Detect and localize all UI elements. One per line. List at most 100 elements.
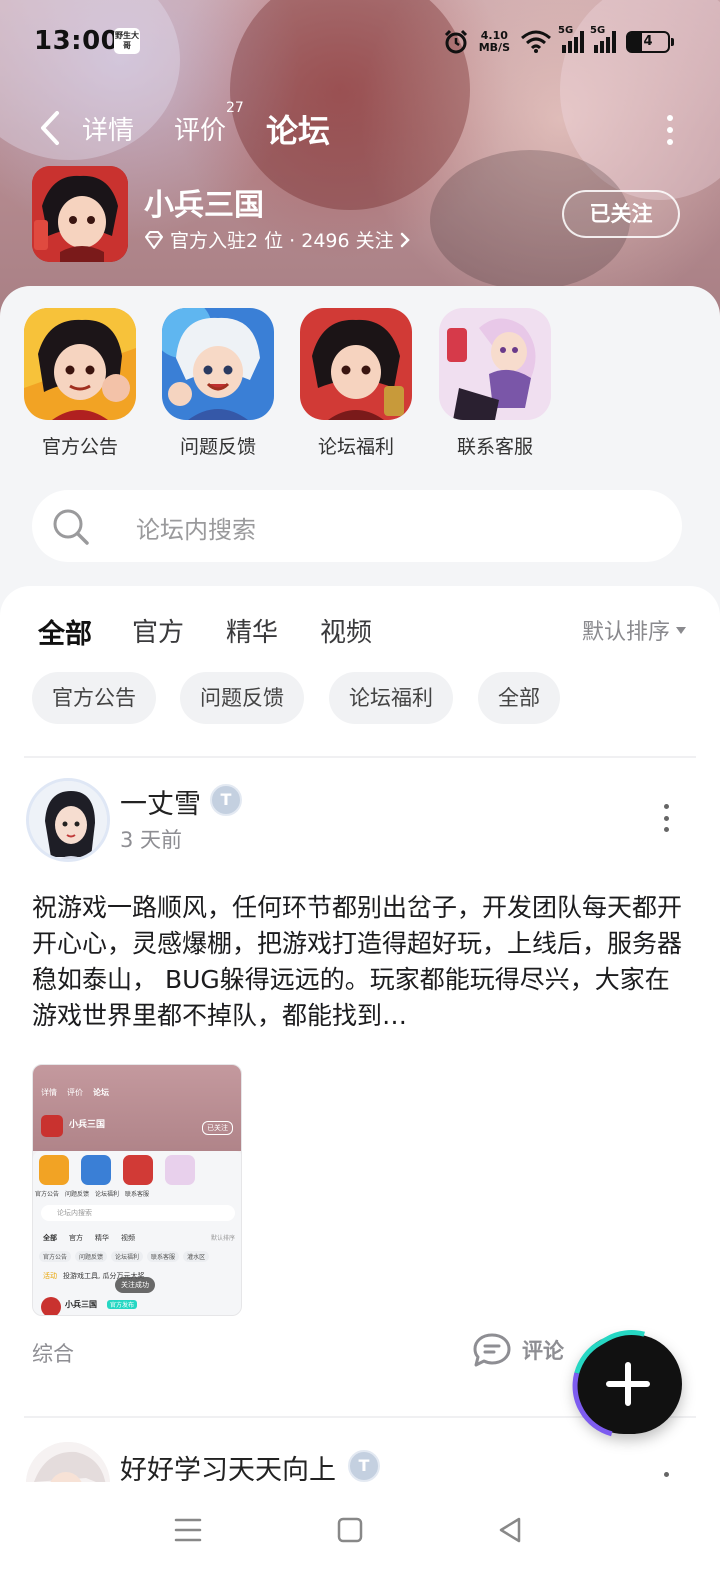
hero-red-game-logo-icon [300,308,412,420]
dot-icon [667,139,673,145]
post-category[interactable]: 综合 [32,1338,74,1368]
search-icon [53,509,89,545]
post-body[interactable]: 祝游戏一路顺风，任何环节都别出岔子，开发团队每天都开开心心，灵感爆棚，把游戏打造… [32,890,682,1034]
thumb-filter-4: 视频 [121,1234,135,1242]
dot-icon [667,127,673,133]
thumb-follow: 已关注 [202,1121,233,1135]
post-time: 3 天前 [120,828,183,852]
home-icon[interactable] [330,1510,370,1550]
thumb-activity-tag: 活动 [43,1272,57,1280]
top-nav: 详情 评价 论坛 [0,98,720,158]
system-nav-bar [0,1482,720,1584]
hero-red-fist-icon [24,308,136,420]
reviews-count-badge: 27 [226,100,244,116]
thumb-shortcut-3: 论坛福利 [95,1191,120,1198]
thumb-sort: 默认排序 [210,1235,235,1242]
shortcut-label: 论坛福利 [317,436,394,458]
thumb-chip-3: 论坛福利 [111,1251,144,1262]
filter-tab-all[interactable]: 全部 [38,612,92,653]
sort-dropdown[interactable]: 默认排序 [582,614,686,646]
thumb-tab-details: 详情 [41,1088,57,1097]
thumb-toast: 关注成功 [115,1277,155,1293]
tab-details[interactable]: 详情 [82,110,134,147]
cell-signal-1-tag: 5G [558,25,574,36]
thumb-shortcut-2: 问题反馈 [65,1191,90,1198]
shortcut-label: 联系客服 [456,436,533,458]
post-more-button[interactable] [662,804,670,832]
thumb-row-badge: 官方发布 [107,1300,138,1309]
tab-reviews[interactable]: 评价 [174,110,226,147]
caret-down-icon [676,626,686,634]
chevron-left-icon [41,111,59,145]
shortcut-official-notice[interactable]: 官方公告 [24,308,136,459]
dot-icon [663,1472,669,1477]
hero-purple-girl-icon [439,308,551,420]
user-level-badge-icon: T [348,1450,380,1482]
thumb-chip-2: 问题反馈 [75,1251,108,1262]
comment-icon [473,1333,511,1367]
thumb-shortcut-4: 联系客服 [125,1191,150,1198]
chip-official-notice[interactable]: 官方公告 [32,672,156,724]
shortcut-customer-service[interactable]: 联系客服 [439,308,551,459]
thumb-tab-reviews: 评价 [67,1088,83,1097]
status-icons: 4.10 MB/S 5G 5G 4 [443,24,674,60]
post-image-thumbnail[interactable]: 详情 评价 论坛 小兵三国 已关注 官方公告 问题反馈 论坛福利 联系客服 论坛… [32,1064,242,1316]
more-options-button[interactable] [660,112,680,148]
notification-app-icon: 野生大哥 [114,28,140,54]
network-speed: 4.10 MB/S [479,30,510,54]
wifi-icon [521,30,551,53]
shortcut-label: 官方公告 [41,436,118,458]
dot-icon [663,815,669,821]
thumb-chip-5: 灌水区 [183,1251,210,1262]
battery-icon: 4 [626,31,674,53]
comment-button[interactable]: 评论 [472,1332,564,1368]
status-bar: 13:00 野生大哥 4.10 MB/S 5G 5G 4 [0,18,720,66]
chip-all[interactable]: 全部 [478,672,560,724]
back-triangle-icon[interactable] [490,1510,530,1550]
divider [24,756,696,758]
back-button[interactable] [32,106,68,150]
chip-feedback[interactable]: 问题反馈 [180,672,304,724]
game-logo-art-icon [32,166,128,262]
avatar[interactable] [26,778,110,862]
follow-button[interactable]: 已关注 [562,190,680,238]
network-speed-unit: MB/S [478,41,510,54]
dot-icon [663,827,669,832]
tab-forum[interactable]: 论坛 [266,106,331,154]
battery-level: 4 [643,34,653,49]
filter-tab-featured[interactable]: 精华 [226,612,278,649]
dot-icon [663,804,669,809]
thumb-search: 论坛内搜索 [41,1205,235,1221]
game-meta[interactable]: 官方入驻2 位 · 2496 关注 [144,226,410,253]
cell-signal-2-icon: 5G [590,25,616,53]
thumb-shortcut-1: 官方公告 [35,1191,60,1198]
sort-label: 默认排序 [581,620,670,645]
chevron-right-icon [400,232,410,247]
plus-icon [606,1362,650,1406]
cell-signal-1-icon: 5G [558,25,584,53]
thumb-filter-3: 精华 [95,1234,109,1242]
search-placeholder: 论坛内搜索 [136,516,256,544]
game-header: 小兵三国 官方入驻2 位 · 2496 关注 已关注 [0,164,720,264]
thumb-chip-4: 联系客服 [147,1251,180,1262]
thumb-game-title: 小兵三国 [69,1120,106,1130]
thumb-tab-forum: 论坛 [93,1088,109,1097]
status-time: 13:00 [34,26,120,56]
shortcut-forum-benefits[interactable]: 论坛福利 [300,308,412,459]
shortcut-feedback[interactable]: 问题反馈 [162,308,274,459]
forum-search-input[interactable]: 论坛内搜索 [32,490,682,562]
filter-tab-video[interactable]: 视频 [320,612,372,649]
post-author[interactable]: 一丈雪 [120,782,201,821]
avatar-art-icon [29,781,107,859]
hero-white-hair-icon [162,308,274,420]
create-post-button[interactable] [574,1334,682,1434]
user-level-badge-icon: T [210,784,242,816]
menu-icon[interactable] [168,1510,208,1550]
chip-forum-benefits[interactable]: 论坛福利 [329,672,453,724]
game-logo[interactable] [32,166,128,262]
thumb-filter-1: 全部 [43,1234,57,1242]
filter-tab-official[interactable]: 官方 [132,612,184,649]
game-title: 小兵三国 [144,188,264,223]
comment-label: 评论 [522,1339,564,1363]
shortcut-label: 问题反馈 [179,436,256,458]
